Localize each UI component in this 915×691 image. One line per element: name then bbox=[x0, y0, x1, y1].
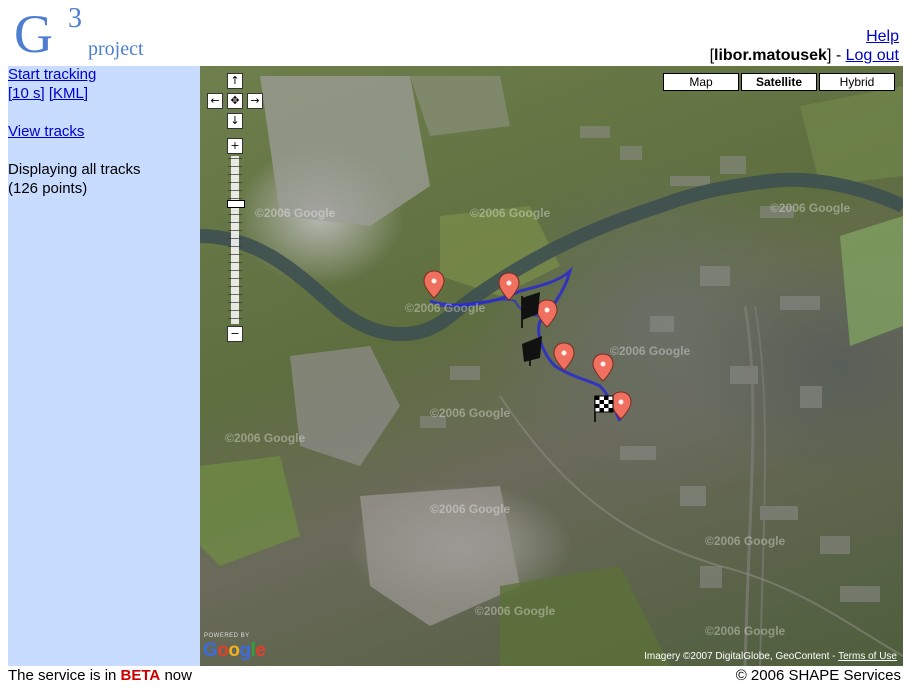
beta-prefix: The service is in bbox=[8, 667, 121, 684]
map-watermark: ©2006 Google bbox=[610, 344, 691, 358]
map-watermark: ©2006 Google bbox=[430, 502, 511, 516]
logo: G 3 project bbox=[12, 3, 172, 65]
pan-up-icon[interactable]: ↑ bbox=[227, 73, 243, 89]
logo-letter: G bbox=[14, 4, 53, 64]
satellite-map[interactable]: ©2006 Google ©2006 Google ©2006 Google ©… bbox=[200, 66, 903, 666]
interval-link[interactable]: [10 s] bbox=[8, 85, 45, 102]
map-type-map-button[interactable]: Map bbox=[663, 73, 739, 91]
pan-right-icon[interactable]: → bbox=[247, 93, 263, 109]
google-letter: G bbox=[203, 640, 218, 661]
zoom-out-button[interactable]: − bbox=[227, 326, 243, 342]
logo-word: project bbox=[88, 38, 144, 60]
imagery-credit: Imagery ©2007 DigitalGlobe, GeoContent - bbox=[644, 651, 839, 662]
map-attribution: Imagery ©2007 DigitalGlobe, GeoContent -… bbox=[644, 651, 897, 662]
google-letter: e bbox=[255, 640, 266, 661]
map-type-hybrid-button[interactable]: Hybrid bbox=[819, 73, 895, 91]
zoom-in-button[interactable]: + bbox=[227, 138, 243, 154]
finish-flag-icon bbox=[594, 395, 614, 422]
sidebar: Start tracking [10 s] [KML] View tracks … bbox=[8, 66, 200, 666]
map-watermark: ©2006 Google bbox=[770, 201, 851, 215]
points-count: (126 points) bbox=[8, 180, 88, 197]
google-letter: o bbox=[217, 640, 229, 661]
beta-word: BETA bbox=[120, 667, 161, 684]
help-link[interactable]: Help bbox=[866, 28, 899, 46]
map-watermark: ©2006 Google bbox=[705, 534, 786, 548]
map-watermark: ©2006 Google bbox=[475, 604, 556, 618]
map-watermark: ©2006 Google bbox=[255, 206, 336, 220]
pan-down-icon[interactable]: ↓ bbox=[227, 113, 243, 129]
google-logo[interactable]: POWERED BY Google bbox=[202, 633, 266, 662]
start-tracking-link[interactable]: Start tracking bbox=[8, 66, 96, 83]
google-wordmark: Google bbox=[203, 640, 266, 662]
user-separator: ] - bbox=[826, 47, 846, 64]
copyright: © 2006 SHAPE Services bbox=[735, 667, 901, 684]
kml-link[interactable]: [KML] bbox=[49, 85, 88, 102]
logout-link[interactable]: Log out bbox=[846, 47, 899, 64]
google-letter: o bbox=[228, 640, 240, 661]
beta-suffix: now bbox=[160, 667, 192, 684]
google-letter: g bbox=[239, 640, 252, 661]
view-tracks-link[interactable]: View tracks bbox=[8, 123, 84, 140]
map-imagery bbox=[200, 76, 903, 666]
map-type-satellite-button[interactable]: Satellite bbox=[741, 73, 817, 91]
tracks-status: Displaying all tracks bbox=[8, 161, 141, 178]
tracking-options: [10 s] [KML] bbox=[8, 85, 88, 102]
pan-left-icon[interactable]: ← bbox=[207, 93, 223, 109]
user-line: [libor.matousek] - Log out bbox=[710, 47, 899, 65]
map-watermark: ©2006 Google bbox=[405, 301, 486, 315]
pan-center-icon[interactable]: ✥ bbox=[227, 93, 243, 109]
map-watermark: ©2006 Google bbox=[430, 406, 511, 420]
zoom-slider-handle[interactable] bbox=[227, 200, 245, 208]
beta-notice: The service is in BETA now bbox=[8, 667, 192, 684]
map-watermark: ©2006 Google bbox=[705, 624, 786, 638]
zoom-slider-ticks bbox=[228, 158, 242, 322]
logo-superscript: 3 bbox=[68, 3, 82, 34]
map-watermark: ©2006 Google bbox=[470, 206, 551, 220]
powered-by-label: POWERED BY bbox=[204, 633, 250, 639]
username: libor.matousek bbox=[714, 47, 827, 64]
map-watermark: ©2006 Google bbox=[225, 431, 306, 445]
terms-of-use-link[interactable]: Terms of Use bbox=[838, 651, 897, 662]
